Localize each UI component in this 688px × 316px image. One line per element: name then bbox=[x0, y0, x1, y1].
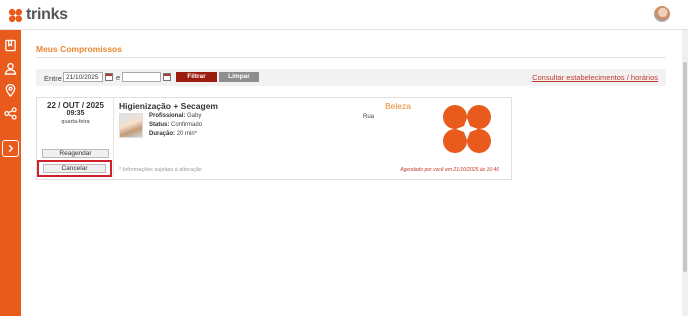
scheduled-info: Agendado por você em 21/10/2025 às 16:46 bbox=[400, 167, 499, 173]
start-date-input[interactable] bbox=[63, 72, 103, 82]
reschedule-button[interactable]: Reagendar bbox=[42, 149, 109, 158]
consult-establishments-link[interactable]: Consultar estabelecimentos / horários bbox=[532, 73, 658, 82]
user-avatar[interactable] bbox=[654, 6, 670, 22]
establishment-address: Rua bbox=[363, 114, 375, 120]
appointment-date: 22 / OUT / 2025 bbox=[47, 101, 104, 110]
trinks-logo-icon bbox=[8, 8, 23, 22]
start-calendar-icon[interactable] bbox=[105, 73, 113, 81]
service-title: Higienização + Secagem bbox=[119, 101, 218, 111]
filter-bar: Entre e Filtrar Limpar Consultar estabel… bbox=[36, 69, 666, 86]
brand-name: trinks bbox=[26, 6, 68, 23]
between-label: Entre bbox=[44, 74, 62, 83]
duration-label: Duração: bbox=[149, 131, 176, 137]
end-calendar-icon[interactable] bbox=[163, 73, 171, 81]
cancel-highlight: Cancelar bbox=[37, 160, 112, 177]
status-label: Status: bbox=[149, 122, 170, 128]
professional-name: Gaby bbox=[187, 113, 202, 119]
appointment-date-panel: 22 / OUT / 2025 09:35 quarta-feira Reage… bbox=[37, 98, 114, 179]
map-pin-icon[interactable] bbox=[3, 83, 18, 98]
calendar-book-icon[interactable] bbox=[3, 38, 18, 53]
professional-label: Profissional: bbox=[149, 113, 186, 119]
vertical-scrollbar[interactable] bbox=[682, 30, 688, 316]
status-value: Confirmado bbox=[171, 122, 203, 128]
clear-button[interactable]: Limpar bbox=[219, 72, 259, 82]
filter-button[interactable]: Filtrar bbox=[176, 72, 217, 82]
user-icon[interactable] bbox=[3, 61, 18, 76]
sidebar bbox=[0, 30, 21, 316]
title-divider bbox=[36, 57, 666, 58]
duration-line: Duração: 20 min* bbox=[149, 131, 197, 137]
service-category: Beleza bbox=[385, 101, 411, 111]
appointment-weekday: quarta-feira bbox=[61, 119, 90, 125]
and-label: e bbox=[116, 73, 121, 82]
professional-photo bbox=[119, 113, 143, 138]
duration-value: 20 min* bbox=[176, 131, 198, 137]
appointment-card: 22 / OUT / 2025 09:35 quarta-feira Reage… bbox=[36, 97, 512, 180]
expand-sidebar-button[interactable] bbox=[2, 140, 19, 157]
establishment-logo-icon bbox=[443, 105, 491, 153]
info-note: * Informações sujeitas à alteração bbox=[119, 167, 202, 173]
top-bar: trinks bbox=[0, 0, 688, 30]
end-date-input[interactable] bbox=[122, 72, 161, 82]
status-line: Status: Confirmado bbox=[149, 122, 202, 128]
scrollbar-thumb[interactable] bbox=[683, 62, 687, 272]
professional-line: Profissional: Gaby bbox=[149, 113, 201, 119]
chevron-right-icon bbox=[8, 144, 14, 153]
cancel-button[interactable]: Cancelar bbox=[43, 164, 106, 173]
share-icon[interactable] bbox=[3, 106, 18, 121]
appointment-time: 09:35 bbox=[66, 110, 85, 117]
page-title: Meus Compromissos bbox=[36, 44, 122, 54]
trinks-logo[interactable]: trinks bbox=[8, 6, 68, 24]
